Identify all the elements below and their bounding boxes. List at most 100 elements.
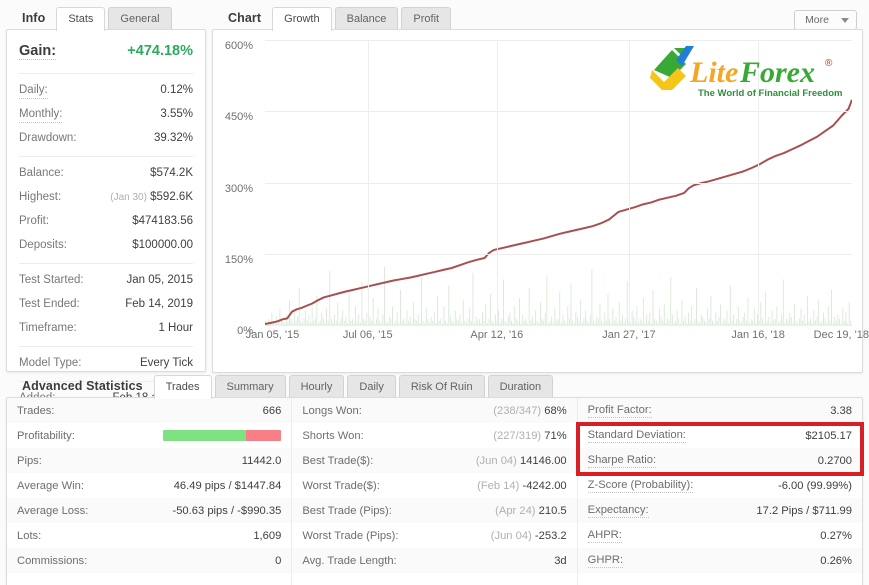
stat-row: Longs Won: (238/347) 68%: [292, 398, 577, 423]
tab-daily[interactable]: Daily: [347, 375, 396, 398]
y-tick-label: 600%: [224, 40, 253, 52]
tab-hourly[interactable]: Hourly: [288, 375, 345, 398]
stat-label: Profit Factor:: [587, 403, 652, 418]
stat-value-text: 0: [275, 554, 282, 567]
stat-value-note: (Feb 14): [477, 479, 523, 492]
chart-plot-area: [265, 40, 852, 326]
row-deposits: Deposits: $100000.00: [19, 234, 193, 258]
row-monthly: Monthly: 3.55%: [19, 103, 193, 127]
tab-duration[interactable]: Duration: [487, 375, 554, 398]
row-balance: Balance: $574.2K: [19, 162, 193, 186]
grid-line-vertical: [496, 40, 498, 325]
performance-group: Daily: 0.12% Monthly: 3.55% Drawdown: 39…: [19, 73, 193, 156]
stat-row: Profitability:: [7, 423, 291, 448]
stat-value-note: (238/347): [493, 404, 545, 417]
stat-value-note: (Apr 24): [495, 504, 539, 517]
stat-value: 11442.0: [242, 455, 282, 467]
stat-value-note: (Jun 04): [490, 529, 535, 542]
stat-value: 46.49 pips / $1447.84: [174, 480, 282, 492]
tab-risk-of-ruin[interactable]: Risk Of Ruin: [398, 375, 485, 398]
stat-row: Lots: 1,609: [7, 523, 291, 548]
stat-value-text: 3.38: [830, 404, 852, 417]
growth-chart[interactable]: 0% 150% 300% 450% 600% Jan 05, '15 Jul 06, '1…: [219, 34, 869, 370]
highest-note: (Jan 30): [110, 192, 147, 203]
stat-label: Pips:: [17, 454, 42, 467]
stat-label: AHPR:: [587, 528, 622, 543]
row-daily: Daily: 0.12%: [19, 79, 193, 103]
grid-line-horizontal: [265, 253, 852, 255]
stat-value-text: 0.2700: [817, 454, 852, 467]
deposits-label: Deposits:: [19, 239, 67, 251]
drawdown-label: Drawdown:: [19, 132, 77, 144]
stats-column-trades: Trades: 666 Profitability: Pips: 11442.0 Aver…: [7, 398, 292, 585]
grid-line-vertical: [628, 40, 630, 325]
stat-label: Z-Score (Probability):: [587, 478, 694, 493]
highest-value: (Jan 30) $592.6K: [110, 190, 193, 205]
stat-row: Pips: 11442.0: [7, 448, 292, 473]
stat-value: 1,609: [253, 530, 281, 542]
more-button[interactable]: More: [794, 10, 857, 30]
stat-value: $2105.17: [805, 430, 852, 442]
grid-line-vertical: [367, 40, 369, 325]
stat-label: Expectancy:: [587, 503, 649, 518]
stat-row: Expectancy: 17.2 Pips / $711.99: [577, 498, 862, 523]
y-tick-label: 150%: [224, 253, 253, 266]
x-tick-label: Jan 05, '15: [245, 329, 300, 341]
stat-value-text: -4242.00: [522, 479, 567, 492]
stat-row: Average Win: 46.49 pips / $1447.84: [7, 473, 291, 498]
chart-x-axis: Jan 05, '15 Jul 06, '15 Apr 12, '16 Jan 27,…: [246, 327, 869, 345]
stat-label: Best Trade($):: [302, 454, 374, 467]
test-period-group: Test Started: Jan 05, 2015 Test Ended: F…: [19, 263, 193, 346]
monthly-label: Monthly:: [19, 107, 63, 123]
chart-panel: 0% 150% 300% 450% 600% Jan 05, '15 Jul 06, '1…: [212, 29, 869, 373]
stat-value-text: 68%: [544, 404, 567, 417]
stat-row: Best Trade($): (Jun 04) 14146.00: [292, 448, 577, 473]
stat-value: 0.27%: [820, 530, 852, 542]
tab-balance[interactable]: Balance: [334, 7, 399, 30]
tab-growth[interactable]: Growth: [272, 7, 332, 31]
row-profit: Profit: $474183.56: [19, 210, 193, 234]
stat-value-text: 71%: [544, 429, 567, 442]
stat-value: 3.38: [830, 405, 852, 417]
stat-value-text: 1,609: [253, 529, 282, 542]
stat-value: (Feb 14) -4242.00: [477, 480, 567, 492]
stat-label: Worst Trade (Pips):: [302, 529, 399, 542]
stat-value-text: 210.5: [538, 504, 567, 517]
stat-value: (Jun 04) -253.2: [491, 530, 567, 542]
stat-value: -6.00 (99.99%): [778, 480, 852, 492]
tab-profit[interactable]: Profit: [401, 7, 452, 30]
tab-stats[interactable]: Stats: [56, 7, 106, 31]
tab-general[interactable]: General: [108, 7, 172, 30]
highest-label: Highest:: [19, 191, 62, 203]
x-tick-label: Jan 16, '18: [731, 329, 785, 341]
stat-label: Average Win:: [17, 479, 84, 492]
info-panel-title: Info: [22, 11, 46, 25]
y-tick-label: 300%: [224, 182, 253, 195]
stat-label: Commissions:: [17, 554, 88, 567]
tab-summary[interactable]: Summary: [214, 375, 286, 398]
stat-row: Standard Deviation: $2105.17: [578, 423, 862, 448]
y-tick-label: 450%: [224, 111, 253, 124]
stat-value-text: 666: [262, 404, 282, 417]
stat-row: Best Trade (Pips): (Apr 24) 210.5: [292, 498, 577, 523]
stat-label: Shorts Won:: [302, 429, 364, 442]
test-started-value: Jan 05, 2015: [126, 274, 193, 286]
x-tick-label: Jul 06, '15: [342, 329, 393, 341]
profitability-bar-won: [163, 430, 246, 441]
stat-value: (Apr 24) 210.5: [495, 505, 567, 517]
stat-value-text: 0.27%: [820, 529, 852, 542]
stat-value-text: -50.63 pips / -$990.35: [172, 504, 282, 517]
advanced-tabstrip: Advanced Statistics Trades Summary Hourl…: [6, 372, 863, 399]
tab-trades[interactable]: Trades: [153, 375, 212, 399]
stat-value: -50.63 pips / -$990.35: [172, 505, 281, 517]
test-ended-value: Feb 14, 2019: [125, 298, 193, 310]
stat-row: Trades: 666: [7, 398, 292, 423]
trading-statistics-dashboard: Info Stats General Gain: +474.18% Daily:…: [0, 0, 869, 585]
chevron-down-icon: [841, 17, 849, 23]
stat-value: 0: [275, 555, 281, 567]
stat-label: Average Loss:: [17, 504, 89, 517]
profitability-bar: [163, 430, 282, 441]
row-test-started: Test Started: Jan 05, 2015: [19, 269, 193, 293]
test-ended-label: Test Ended:: [19, 298, 80, 310]
stat-row: Sharpe Ratio: 0.2700: [577, 448, 862, 473]
